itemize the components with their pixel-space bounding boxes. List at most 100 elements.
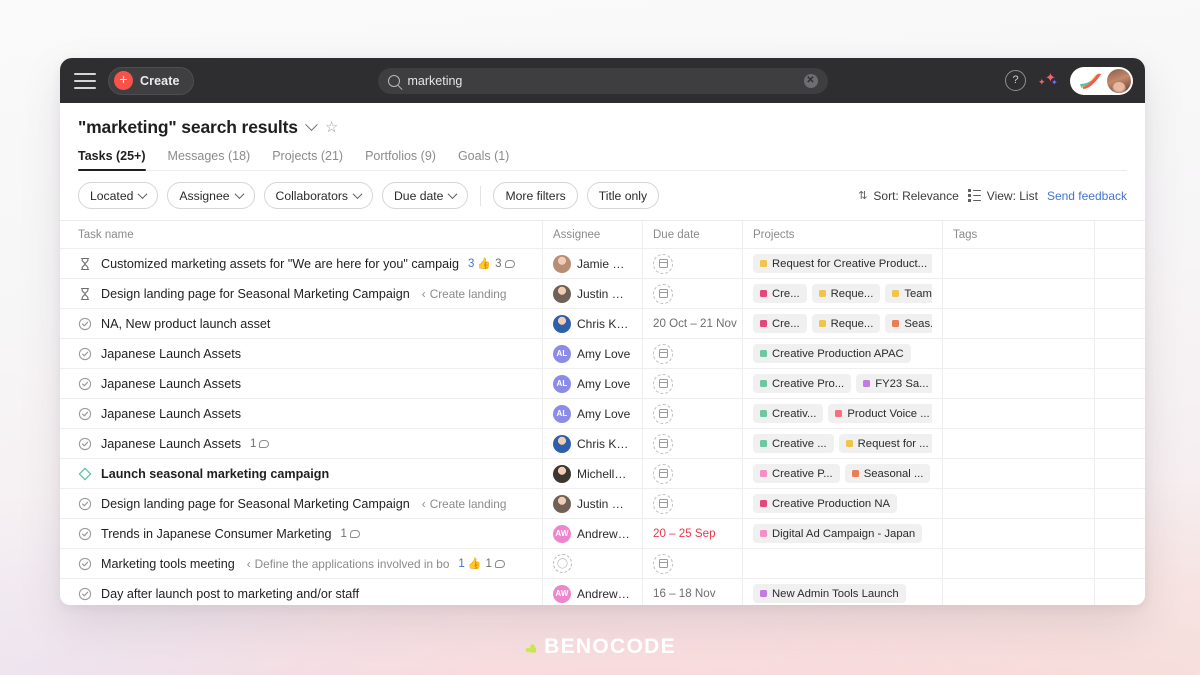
tags-cell[interactable]: [943, 399, 1095, 428]
task-name-cell[interactable]: Japanese Launch Assets: [60, 369, 543, 398]
like-count[interactable]: 1 👍: [458, 557, 481, 571]
sort-control[interactable]: ⇅ Sort: Relevance: [858, 189, 959, 203]
assignee-cell[interactable]: Justin Dean: [543, 489, 643, 518]
due-date-cell[interactable]: [643, 429, 743, 458]
complete-check-icon[interactable]: [78, 557, 92, 571]
ai-sparkle-icon[interactable]: ✦ ✦ ✦: [1038, 71, 1058, 91]
comment-count[interactable]: 1: [250, 438, 270, 450]
tags-cell[interactable]: [943, 549, 1095, 578]
filter-located[interactable]: Located: [78, 182, 159, 209]
task-name-cell[interactable]: Design landing page for Seasonal Marketi…: [60, 279, 543, 308]
tags-cell[interactable]: [943, 279, 1095, 308]
search-input[interactable]: marketing ✕: [377, 67, 828, 94]
tags-cell[interactable]: [943, 339, 1095, 368]
project-chip[interactable]: Request for ...: [838, 434, 932, 453]
table-row[interactable]: Japanese Launch Assets AL Amy Love Creativ.…: [60, 399, 1145, 429]
tags-cell[interactable]: [943, 459, 1095, 488]
calendar-icon[interactable]: [653, 373, 673, 394]
tags-cell[interactable]: [943, 519, 1095, 548]
projects-cell[interactable]: [743, 549, 943, 578]
table-row[interactable]: Marketing tools meeting ‹ Define the appli…: [60, 549, 1145, 579]
calendar-icon[interactable]: [653, 553, 673, 574]
tags-cell[interactable]: [943, 249, 1095, 278]
calendar-icon[interactable]: [653, 463, 673, 484]
tags-cell[interactable]: [943, 489, 1095, 518]
project-chip[interactable]: Reque...: [811, 284, 881, 303]
calendar-icon[interactable]: [653, 283, 673, 304]
due-date-cell[interactable]: [643, 279, 743, 308]
calendar-icon[interactable]: [653, 253, 673, 274]
tags-cell[interactable]: [943, 579, 1095, 605]
task-name-cell[interactable]: Launch seasonal marketing campaign: [60, 459, 543, 488]
table-row[interactable]: Customized marketing assets for "We are …: [60, 249, 1145, 279]
projects-cell[interactable]: Request for Creative Product...: [743, 249, 943, 278]
projects-cell[interactable]: Cre... Reque... Seas...: [743, 309, 943, 338]
complete-check-icon[interactable]: [78, 317, 92, 331]
projects-cell[interactable]: Creative ... Request for ...: [743, 429, 943, 458]
create-button[interactable]: + Create: [108, 66, 194, 95]
due-date-cell[interactable]: [643, 249, 743, 278]
tab-portfolios[interactable]: Portfolios (9): [365, 149, 436, 170]
user-menu-button[interactable]: [1070, 66, 1133, 95]
due-date-cell[interactable]: [643, 369, 743, 398]
project-chip[interactable]: New Admin Tools Launch: [753, 584, 906, 603]
assignee-cell[interactable]: ◯: [543, 549, 643, 578]
due-date-cell[interactable]: [643, 399, 743, 428]
filter-due-date[interactable]: Due date: [382, 182, 469, 209]
project-chip[interactable]: Cre...: [753, 284, 807, 303]
task-name-cell[interactable]: Trends in Japanese Consumer Marketing 1: [60, 519, 543, 548]
project-chip[interactable]: Creativ...: [753, 404, 824, 423]
table-row[interactable]: Japanese Launch Assets AL Amy Love Creative…: [60, 339, 1145, 369]
complete-check-icon[interactable]: [78, 347, 92, 361]
assignee-cell[interactable]: AL Amy Love: [543, 399, 643, 428]
assignee-cell[interactable]: AW Andrew We...: [543, 579, 643, 605]
project-chip[interactable]: FY23 Sa...: [856, 374, 932, 393]
task-name-cell[interactable]: Japanese Launch Assets 1: [60, 429, 543, 458]
project-chip[interactable]: Request for Creative Product...: [753, 254, 932, 273]
assignee-cell[interactable]: Michelle We...: [543, 459, 643, 488]
hourglass-icon[interactable]: [78, 287, 92, 301]
calendar-icon[interactable]: [653, 493, 673, 514]
complete-check-icon[interactable]: [78, 587, 92, 601]
table-row[interactable]: Launch seasonal marketing campaign Michel…: [60, 459, 1145, 489]
send-feedback-link[interactable]: Send feedback: [1047, 189, 1127, 203]
projects-cell[interactable]: Creative Production NA: [743, 489, 943, 518]
calendar-icon[interactable]: [653, 343, 673, 364]
project-chip[interactable]: Digital Ad Campaign - Japan: [753, 524, 923, 543]
complete-check-icon[interactable]: [78, 437, 92, 451]
filter-collaborators[interactable]: Collaborators: [263, 182, 373, 209]
filter-assignee[interactable]: Assignee: [167, 182, 255, 209]
like-count[interactable]: 3 👍: [468, 257, 491, 271]
project-chip[interactable]: Reque...: [811, 314, 881, 333]
assignee-cell[interactable]: AL Amy Love: [543, 339, 643, 368]
assignee-cell[interactable]: AW Andrew We...: [543, 519, 643, 548]
hamburger-icon[interactable]: [74, 72, 96, 89]
table-row[interactable]: Design landing page for Seasonal Marketi…: [60, 489, 1145, 519]
tab-tasks[interactable]: Tasks (25+): [78, 149, 146, 171]
task-name-cell[interactable]: Day after launch post to marketing and/o…: [60, 579, 543, 605]
tab-goals[interactable]: Goals (1): [458, 149, 509, 170]
help-icon[interactable]: ?: [1005, 70, 1026, 91]
task-name-cell[interactable]: NA, New product launch asset: [60, 309, 543, 338]
due-date-cell[interactable]: [643, 489, 743, 518]
complete-check-icon[interactable]: [78, 527, 92, 541]
projects-cell[interactable]: Creativ... Product Voice ...: [743, 399, 943, 428]
projects-cell[interactable]: Digital Ad Campaign - Japan: [743, 519, 943, 548]
clear-search-icon[interactable]: ✕: [803, 73, 818, 88]
due-date-cell[interactable]: 16 – 18 Nov: [643, 579, 743, 605]
avatar-empty[interactable]: ◯: [553, 554, 572, 573]
complete-check-icon[interactable]: [78, 407, 92, 421]
calendar-icon[interactable]: [653, 403, 673, 424]
table-row[interactable]: Day after launch post to marketing and/o…: [60, 579, 1145, 605]
due-date-cell[interactable]: [643, 459, 743, 488]
comment-count[interactable]: 1: [486, 558, 505, 570]
tab-projects[interactable]: Projects (21): [272, 149, 343, 170]
tags-cell[interactable]: [943, 369, 1095, 398]
tab-messages[interactable]: Messages (18): [168, 149, 251, 170]
project-chip[interactable]: Team...: [885, 284, 932, 303]
due-date-cell[interactable]: [643, 549, 743, 578]
task-name-cell[interactable]: Japanese Launch Assets: [60, 339, 543, 368]
projects-cell[interactable]: Creative Production APAC: [743, 339, 943, 368]
task-name-cell[interactable]: Customized marketing assets for "We are …: [60, 249, 543, 278]
project-chip[interactable]: Cre...: [753, 314, 807, 333]
